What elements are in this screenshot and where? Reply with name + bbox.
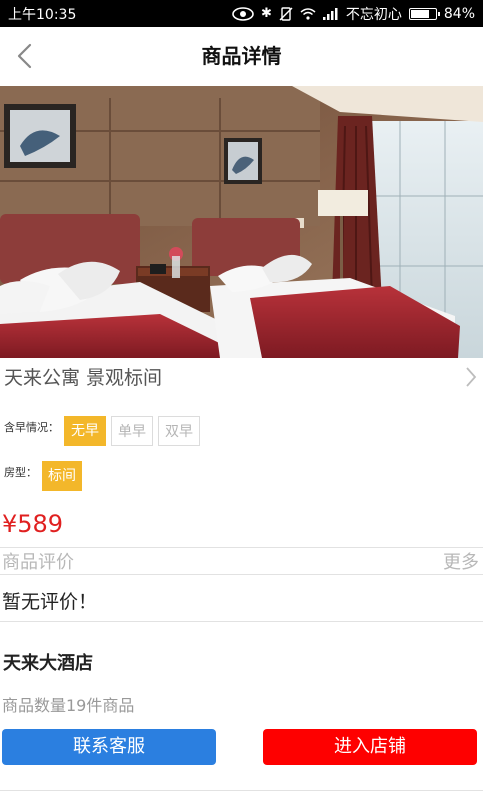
enter-store-button[interactable]: 进入店铺 xyxy=(263,729,477,765)
option-no-breakfast[interactable]: 无早 xyxy=(64,416,106,446)
option-double-breakfast[interactable]: 双早 xyxy=(158,416,200,446)
vibrate-off-icon xyxy=(279,6,293,21)
chevron-left-icon xyxy=(17,43,32,69)
status-bar: 上午10:35 ✱ 不忘初心 84% xyxy=(0,0,483,27)
reviews-heading: 商品评价 xyxy=(2,552,74,573)
breakfast-label: 含早情况： xyxy=(4,421,59,434)
store-product-count: 商品数量19件商品 xyxy=(2,696,135,715)
battery-fill xyxy=(410,9,429,18)
divider xyxy=(0,790,483,791)
status-icons: ✱ 不忘初心 84% xyxy=(232,4,475,24)
battery-percent: 84% xyxy=(443,5,475,22)
store-name: 天来大酒店 xyxy=(3,653,93,674)
back-button[interactable] xyxy=(12,39,42,73)
eye-icon xyxy=(232,6,254,21)
signal-icon xyxy=(322,7,338,20)
battery-icon xyxy=(408,7,440,20)
no-reviews-text: 暂无评价！ xyxy=(2,591,98,613)
hotel-room-photo xyxy=(0,86,483,358)
reviews-more-link[interactable]: 更多 xyxy=(443,548,479,574)
divider xyxy=(0,574,483,575)
contact-service-button[interactable]: 联系客服 xyxy=(2,729,216,765)
price: ¥589 xyxy=(2,510,64,538)
divider xyxy=(0,621,483,622)
room-type-label: 房型： xyxy=(4,466,37,479)
bluetooth-icon: ✱ xyxy=(260,6,272,21)
wifi-icon xyxy=(300,7,316,20)
chevron-right-icon xyxy=(466,367,477,387)
carrier-label: 不忘初心 xyxy=(345,6,402,23)
product-title-row[interactable]: 天来公寓 景观标间 xyxy=(0,360,483,394)
option-standard-room[interactable]: 标间 xyxy=(42,461,82,491)
product-name: 天来公寓 景观标间 xyxy=(4,367,163,389)
option-single-breakfast[interactable]: 单早 xyxy=(111,416,153,446)
nav-bar: 商品详情 xyxy=(0,27,483,87)
page-title: 商品详情 xyxy=(201,44,282,68)
status-time: 上午10:35 xyxy=(8,6,77,23)
